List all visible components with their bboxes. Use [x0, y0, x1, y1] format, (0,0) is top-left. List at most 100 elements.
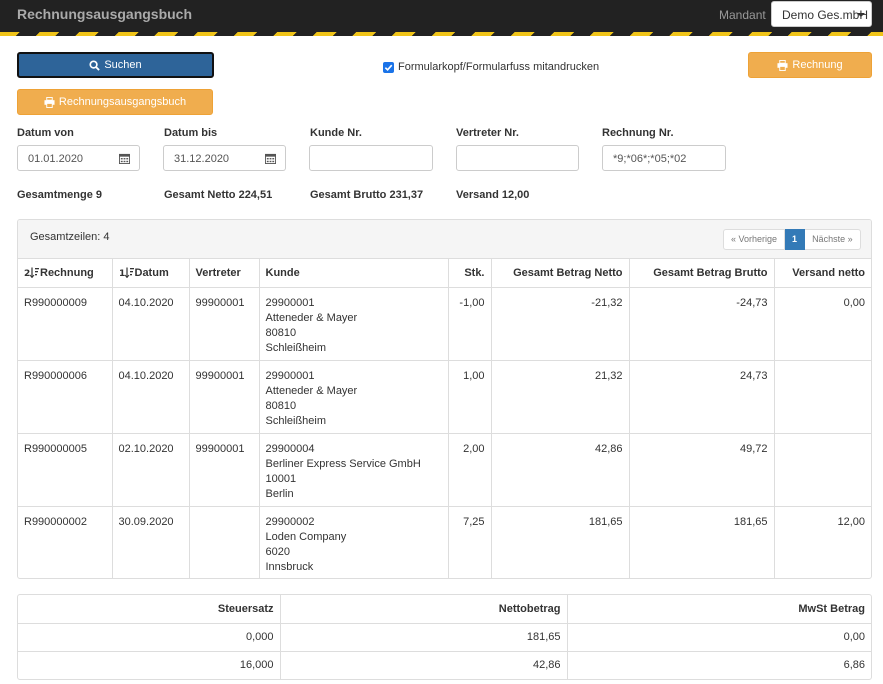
invoice-print-button[interactable]: Rechnung [748, 52, 872, 78]
cell-agent: 99900001 [188, 286, 260, 361]
cell-tax-vat: 0,00 [566, 622, 871, 652]
cell-shipping [773, 359, 871, 434]
cell-tax-net: 181,65 [279, 622, 568, 652]
cell-qty: -1,00 [447, 286, 492, 361]
sort-desc-icon: 2 [24, 267, 39, 278]
check-icon [384, 64, 393, 71]
cell-invoice: R990000002 [18, 505, 113, 578]
cell-gross: 24,73 [628, 359, 775, 434]
cell-invoice: R990000006 [18, 359, 113, 434]
cell-customer: 29900001 Atteneder & Mayer 80810 Schleiß… [258, 286, 449, 361]
col-invoice-header[interactable]: 2 Rechnung [18, 259, 113, 288]
print-header-option[interactable]: Formularkopf/Formularfuss mitandrucken [383, 61, 599, 73]
row-count: Gesamtzeilen: 4 [30, 231, 110, 243]
invoice-no-label: Rechnung Nr. [602, 127, 674, 139]
cell-shipping: 12,00 [773, 505, 871, 578]
cell-agent: 99900001 [188, 359, 260, 434]
cell-qty: 1,00 [447, 359, 492, 434]
date-from-label: Datum von [17, 127, 74, 139]
pager-page-1[interactable]: 1 [785, 229, 806, 250]
print-header-checkbox[interactable] [383, 61, 394, 73]
table-row[interactable]: R990000006 04.10.2020 99900001 29900001 … [18, 359, 871, 434]
total-net: Gesamt Netto 224,51 [164, 189, 273, 201]
col-tax-net-header: Nettobetrag [279, 595, 568, 624]
cell-customer: 29900004 Berliner Express Service GmbH 1… [258, 432, 449, 507]
tax-row: 0,000 181,65 0,00 [18, 622, 871, 652]
customer-name: Atteneder & Mayer [265, 384, 358, 397]
table-row[interactable]: R990000005 02.10.2020 99900001 29900004 … [18, 432, 871, 507]
calendar-icon [265, 153, 276, 164]
printer-icon [44, 96, 55, 108]
customer-no: 29900001 [265, 296, 315, 309]
cell-net: 21,32 [490, 359, 630, 434]
cell-tax-net: 42,86 [279, 650, 568, 679]
date-to-picker[interactable] [256, 145, 286, 171]
table-header-row: 2 Rechnung 1 Datum Vertreter Kunde Stk. Ge… [18, 259, 871, 288]
col-agent-header[interactable]: Vertreter [188, 259, 260, 288]
customer-no: 29900002 [265, 515, 315, 528]
customer-city: Innsbruck [265, 560, 314, 573]
customer-no-input[interactable] [309, 145, 433, 171]
cell-date: 04.10.2020 [111, 286, 190, 361]
invoice-table: 2 Rechnung 1 Datum Vertreter Kunde Stk. Ge… [18, 259, 871, 578]
col-gross-header[interactable]: Gesamt Betrag Brutto [628, 259, 775, 288]
col-date-header[interactable]: 1 Datum [111, 259, 190, 288]
date-from-input[interactable]: 01.01.2020 [17, 145, 111, 171]
customer-name: Atteneder & Mayer [265, 311, 358, 324]
pager-prev[interactable]: « Vorherige [723, 229, 786, 250]
col-qty-header[interactable]: Stk. [447, 259, 492, 288]
search-icon [89, 59, 101, 71]
cell-agent: 99900001 [188, 432, 260, 507]
col-customer-header[interactable]: Kunde [258, 259, 449, 288]
col-tax-rate-header: Steuersatz [18, 595, 281, 624]
cell-tax-vat: 6,86 [566, 650, 871, 679]
hazard-stripe [0, 32, 883, 36]
mandant-dropdown[interactable]: Demo Ges.mbH [771, 1, 872, 27]
cell-net: -21,32 [490, 286, 630, 361]
date-to-input[interactable]: 31.12.2020 [163, 145, 257, 171]
customer-city: Berlin [265, 487, 294, 500]
customer-no-label: Kunde Nr. [310, 127, 362, 139]
total-quantity: Gesamtmenge 9 [17, 189, 102, 201]
cell-date: 30.09.2020 [111, 505, 190, 578]
cell-date: 04.10.2020 [111, 359, 190, 434]
cell-shipping: 0,00 [773, 286, 871, 361]
cell-customer: 29900001 Atteneder & Mayer 80810 Schleiß… [258, 359, 449, 434]
col-shipping-header[interactable]: Versand netto [773, 259, 871, 288]
customer-city: Schleißheim [265, 341, 327, 354]
tax-summary-panel: Steuersatz Nettobetrag MwSt Betrag 0,000… [17, 594, 872, 680]
agent-no-input[interactable] [456, 145, 579, 171]
calendar-icon [119, 153, 130, 164]
col-net-header[interactable]: Gesamt Betrag Netto [490, 259, 630, 288]
cell-shipping [773, 432, 871, 507]
table-row[interactable]: R990000002 30.09.2020 29900002 Loden Com… [18, 505, 871, 578]
customer-no: 29900004 [265, 442, 315, 455]
customer-name: Berliner Express Service GmbH [265, 457, 421, 470]
cell-tax-rate: 16,000 [18, 650, 281, 679]
invoice-no-input[interactable]: *9;*06*;*05;*02 [602, 145, 726, 171]
book-print-button[interactable]: Rechnungsausgangsbuch [17, 89, 213, 115]
customer-zip: 80810 [265, 326, 297, 339]
cell-net: 181,65 [490, 505, 630, 578]
cell-customer: 29900002 Loden Company 6020 Innsbruck [258, 505, 449, 578]
cell-date: 02.10.2020 [111, 432, 190, 507]
table-row[interactable]: R990000009 04.10.2020 99900001 29900001 … [18, 286, 871, 361]
date-from-picker[interactable] [110, 145, 140, 171]
search-button[interactable]: Suchen [17, 52, 214, 78]
caret-down-icon [857, 13, 865, 17]
cell-net: 42,86 [490, 432, 630, 507]
mandant-value: Demo Ges.mbH [782, 8, 869, 22]
cell-invoice: R990000005 [18, 432, 113, 507]
cell-gross: 181,65 [628, 505, 775, 578]
print-header-label: Formularkopf/Formularfuss mitandrucken [398, 61, 600, 73]
printer-icon [777, 59, 788, 71]
cell-agent [188, 505, 260, 578]
cell-gross: -24,73 [628, 286, 775, 361]
tax-row: 16,000 42,86 6,86 [18, 650, 871, 679]
sort-asc-icon: 1 [119, 267, 134, 278]
pager-next[interactable]: Nächste » [805, 229, 861, 250]
customer-name: Loden Company [265, 530, 347, 543]
app-title: Rechnungsausgangsbuch [17, 6, 193, 22]
customer-no: 29900001 [265, 369, 315, 382]
customer-zip: 6020 [265, 545, 290, 558]
